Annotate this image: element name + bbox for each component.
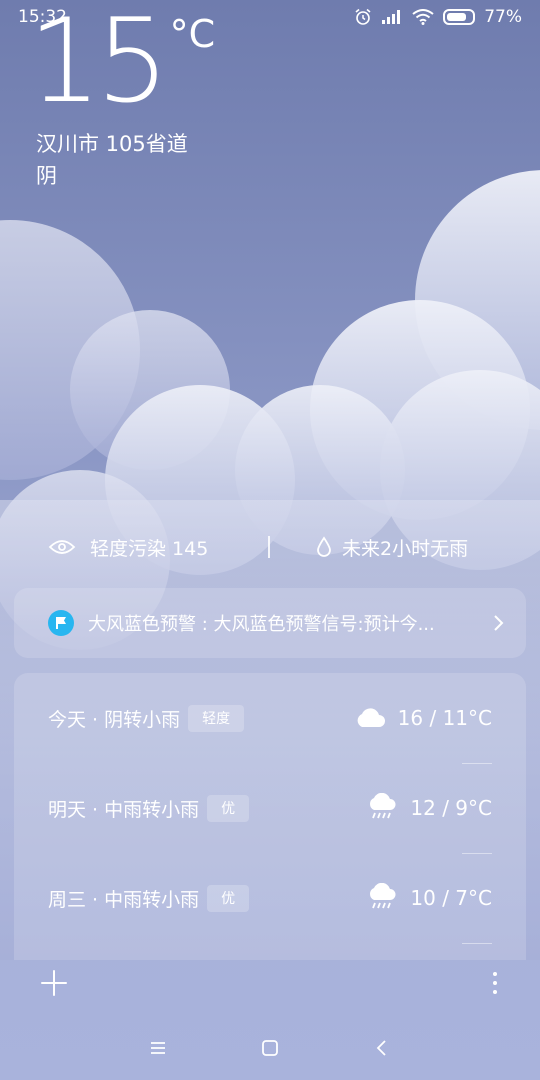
rain-icon <box>370 883 396 909</box>
raindrop-icon <box>317 536 331 557</box>
forecast-temp-group: 10 / 7°C <box>366 883 492 913</box>
forecast-temp: 10 / 7°C <box>410 886 492 910</box>
info-row: 轻度污染 145 未来2小时无雨 <box>0 528 540 566</box>
eye-icon <box>48 540 76 554</box>
menu-icon[interactable] <box>147 1037 169 1059</box>
add-city-button[interactable] <box>40 969 68 997</box>
action-bar <box>0 958 540 1008</box>
alarm-icon <box>355 8 371 25</box>
air-quality-text: 轻度污染 145 <box>90 537 209 560</box>
temperature-display: 15 °C <box>28 4 215 120</box>
location-label[interactable]: 汉川市 105省道 <box>36 128 188 158</box>
back-icon[interactable] <box>371 1037 393 1059</box>
aqi-badge: 优 <box>207 884 250 912</box>
forecast-row[interactable]: 周三 · 中雨转小雨 优 10 / 7°C <box>14 853 526 943</box>
aqi-badge: 轻度 <box>188 704 245 732</box>
cloud-icon <box>357 708 385 727</box>
home-icon[interactable] <box>259 1037 281 1059</box>
rain-icon <box>370 793 396 819</box>
air-quality[interactable]: 轻度污染 145 <box>48 534 208 561</box>
status-icons: 77% <box>354 7 522 27</box>
forecast-day: 今天 · 阴转小雨 <box>48 708 181 731</box>
battery-percent: 77% <box>484 7 522 27</box>
info-divider <box>268 536 270 558</box>
forecast-temp-group: 12 / 9°C <box>366 793 492 823</box>
rain-forecast[interactable]: 未来2小时无雨 <box>316 534 468 561</box>
alert-text: 大风蓝色预警 : 大风蓝色预警信号:预计今... <box>88 614 435 635</box>
forecast-day: 明天 · 中雨转小雨 <box>48 798 200 821</box>
alert-flag-icon <box>48 610 74 636</box>
weather-alert-card[interactable]: 大风蓝色预警 : 大风蓝色预警信号:预计今... <box>14 588 526 658</box>
system-nav-bar <box>0 1016 540 1080</box>
aqi-badge: 优 <box>207 794 250 822</box>
forecast-temp: 16 / 11°C <box>397 706 492 730</box>
forecast-temp-group: 16 / 11°C <box>354 706 492 730</box>
chevron-right-icon <box>494 615 504 631</box>
forecast-temp: 12 / 9°C <box>410 796 492 820</box>
temperature-unit: °C <box>169 12 216 56</box>
weather-condition: 阴 <box>36 164 57 188</box>
signal-icon <box>382 10 401 24</box>
battery-icon <box>443 9 476 25</box>
rain-forecast-text: 未来2小时无雨 <box>342 537 469 560</box>
forecast-row[interactable]: 今天 · 阴转小雨 轻度 16 / 11°C <box>14 673 526 763</box>
more-options-button[interactable] <box>490 972 500 994</box>
temperature-value: 15 <box>28 0 170 129</box>
row-divider <box>462 943 492 944</box>
forecast-card: 今天 · 阴转小雨 轻度 16 / 11°C 明天 · 中雨转小雨 优 12 /… <box>14 673 526 960</box>
wifi-icon <box>412 9 434 25</box>
forecast-day: 周三 · 中雨转小雨 <box>48 888 200 911</box>
forecast-row[interactable]: 明天 · 中雨转小雨 优 12 / 9°C <box>14 763 526 853</box>
battery-level <box>447 13 466 21</box>
